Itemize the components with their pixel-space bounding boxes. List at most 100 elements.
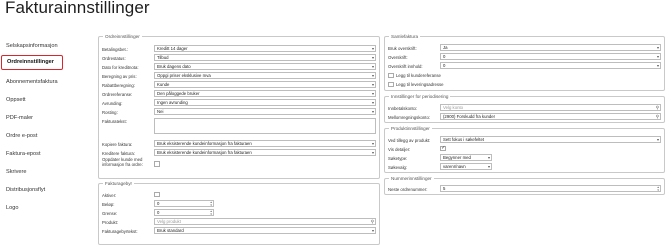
beregning-pris-select[interactable]: Oppgi priser eksklusive mva ▾ [154, 72, 376, 80]
sidebar-item-ordre-epost[interactable]: Ordre e-post [0, 129, 64, 143]
bruk-overskrift-row: Bruk overskrift: Ja ▾ [388, 44, 661, 52]
neste-ordrenummer-input[interactable]: 5 ▴ ▾ [440, 185, 661, 193]
fakturagebyr-legend: Fakturagebyr [105, 181, 133, 186]
produkt-search-input[interactable]: Velg produkt ⚲ [154, 218, 376, 226]
sidebar-item-skrivere[interactable]: Skrivere [0, 165, 64, 179]
fakturatekst-textarea[interactable] [154, 118, 376, 134]
chevron-down-icon: ▾ [371, 46, 374, 51]
kopiere-faktura-row: Kopiere faktura: Bruk eksisterende kunde… [102, 140, 376, 148]
dato-kreditnota-select[interactable]: Bruk dagens dato ▾ [154, 63, 376, 71]
sidebar-item-distribusjonsflyt[interactable]: Distribusjonsflyt [0, 183, 64, 197]
mellomregningskonto-search-input[interactable]: (2900) Forskudd fra kunder ⚲ [440, 113, 661, 121]
search-icon[interactable]: ⚲ [656, 105, 659, 110]
belop-input[interactable]: 0 ▴ ▾ [154, 200, 214, 208]
avrunding-label: Avrunding: [102, 100, 123, 106]
periodisering-legend: Innstillinger for periodisering [391, 94, 449, 99]
ved-tillegg-row: Ved tillegg av produkt: Sett fokus i søk… [388, 136, 661, 144]
rabattberegning-select[interactable]: Kunde ▾ [154, 81, 376, 89]
innbetalskonto-label: Innbetalskonto: [388, 105, 418, 111]
mellomregningskonto-row: Mellomregningskonto: (2900) Forskudd fra… [388, 113, 661, 121]
stepper-icon[interactable]: ▴ ▾ [657, 186, 659, 191]
grense-label: Grense: [102, 210, 118, 216]
leveringsadresse-row: Legg til leveringsadresse [388, 81, 661, 89]
sidebar-item-logo[interactable]: Logo [0, 201, 64, 215]
belop-row: Beløp: 0 ▴ ▾ [102, 200, 376, 208]
ved-tillegg-select[interactable]: Sett fokus i søkefeltet ▾ [440, 136, 661, 144]
ordrestatus-select[interactable]: Tilbud ▾ [154, 54, 376, 62]
kreditere-faktura-row: Kreditere faktura: Bruk eksisterende kun… [102, 149, 376, 157]
sidebar-item-selskapsinformasjon[interactable]: Selskapsinformasjon [0, 39, 64, 53]
beregning-pris-row: Beregning av pris: Oppgi priser eksklusi… [102, 72, 376, 80]
chevron-down-icon: ▾ [371, 91, 374, 96]
kreditere-faktura-label: Kreditere faktura: [102, 150, 135, 156]
produkt-legend: Produktinnstillinger [391, 126, 430, 131]
fakturagebyr-group: Fakturagebyr Aktiver: Beløp: 0 ▴ ▾ Grense… [98, 181, 380, 245]
rosting-select[interactable]: Nei ▾ [154, 108, 376, 116]
sokevalg-row: Søkevalg: varenr/navn ▾ [388, 163, 661, 171]
leveringsadresse-checkbox[interactable] [388, 81, 394, 88]
grense-input[interactable]: 0 ▴ ▾ [154, 209, 214, 217]
aktiver-checkbox[interactable] [154, 191, 160, 198]
sokeetype-row: Søketype: Begynner med ▾ [388, 154, 661, 162]
chevron-down-icon: ▾ [656, 45, 659, 50]
overskrift-select[interactable]: 0 ▾ [440, 53, 661, 61]
search-icon[interactable]: ⚲ [656, 114, 659, 119]
kopiere-faktura-label: Kopiere faktura: [102, 141, 133, 147]
sidebar-item-faktura-epost[interactable]: Faktura-epost [0, 147, 64, 161]
fakturagebyrtekst-select[interactable]: Bruk standard ▾ [154, 227, 376, 235]
rosting-label: Rosting: [102, 109, 118, 115]
sidebar-item-pdf-maler[interactable]: PDF-maler [0, 111, 64, 125]
rabattberegning-row: Rabattberegning: Kunde ▾ [102, 81, 376, 89]
oppdater-kunde-checkbox[interactable] [154, 161, 160, 167]
samlefaktura-legend: Samlefaktura [391, 34, 419, 39]
nummer-group: Nummerinnstillinger Neste ordrenummer: 5… [384, 176, 665, 195]
produkt-label: Produkt: [102, 219, 119, 225]
bruk-overskrift-select[interactable]: Ja ▾ [440, 44, 661, 52]
kundereferanse-label: Legg til kundereferanse [396, 73, 441, 78]
betalingsbet-select[interactable]: Kreditt 14 dager ▾ [154, 45, 376, 53]
avrunding-select[interactable]: Ingen avrunding ▾ [154, 99, 376, 107]
chevron-down-icon: ▾ [656, 137, 659, 142]
stepper-icon[interactable]: ▴ ▾ [210, 201, 212, 206]
ordrestatus-label: Ordrestatus: [102, 55, 126, 61]
chevron-down-icon: ▾ [371, 109, 374, 114]
ordrereferanse-select[interactable]: Den påloggede bruker ▾ [154, 90, 376, 98]
search-icon[interactable]: ⚲ [371, 219, 374, 224]
produkt-row: Produkt: Velg produkt ⚲ [102, 218, 376, 226]
overskrift-label: Overskrift: [388, 54, 408, 60]
beregning-pris-label: Beregning av pris: [102, 73, 137, 79]
innbetalskonto-search-input[interactable]: Velg konto ⚲ [440, 104, 661, 112]
periodisering-group: Innstillinger for periodisering Innbetal… [384, 94, 665, 123]
chevron-down-icon: ▾ [656, 63, 659, 68]
dato-kreditnota-row: Dato for kreditnota: Bruk dagens dato ▾ [102, 63, 376, 71]
ordrereferanse-label: Ordrereferanse: [102, 91, 133, 97]
chevron-down-icon: ▾ [487, 164, 490, 169]
sokeetype-select[interactable]: Begynner med ▾ [440, 154, 492, 162]
chevron-down-icon: ▾ [656, 54, 659, 59]
stepper-icon[interactable]: ▴ ▾ [210, 210, 212, 215]
innbetalskonto-row: Innbetalskonto: Velg konto ⚲ [388, 104, 661, 112]
oppdater-kunde-row: Oppdater kunde med informasjon fra ordre… [102, 157, 376, 170]
kreditere-faktura-select[interactable]: Bruk eksisterende kundeinformasjon fra f… [154, 149, 376, 157]
sokevalg-select[interactable]: varenr/navn ▾ [440, 163, 492, 171]
vis-detaljer-checkbox[interactable]: ✓ [440, 145, 446, 152]
neste-ordrenummer-row: Neste ordrenummer: 5 ▴ ▾ [388, 185, 661, 193]
aktiver-label: Aktiver: [102, 192, 117, 198]
bruk-overskrift-label: Bruk overskrift: [388, 45, 417, 51]
sidebar-item-abonnementsfaktura[interactable]: Abonnementsfaktura [0, 75, 64, 89]
kundereferanse-checkbox[interactable] [388, 72, 394, 79]
produkt-group: Produktinnstillinger Ved tillegg av prod… [384, 126, 665, 173]
chevron-down-icon: ▾ [371, 55, 374, 60]
sidebar-item-oppsett[interactable]: Oppsett [0, 93, 64, 107]
betalingsbet-label: Betalingsbet.: [102, 46, 129, 52]
overskrift-row: Overskrift: 0 ▾ [388, 53, 661, 61]
ordre-settings-legend: Ordreinnstillinger [105, 34, 140, 39]
overskrift-innhold-select[interactable]: 0 ▾ [440, 62, 661, 70]
ordre-settings-group: Ordreinnstillinger Betalingsbet.: Kredit… [98, 34, 380, 179]
chevron-down-icon: ▾ [371, 141, 374, 146]
ved-tillegg-label: Ved tillegg av produkt: [388, 137, 431, 143]
chevron-down-icon: ▾ [371, 150, 374, 155]
kopiere-faktura-select[interactable]: Bruk eksisterende kundeinformasjon fra f… [154, 140, 376, 148]
check-icon: ✓ [441, 145, 446, 152]
sidebar-item-ordreinnstillinger[interactable]: Ordreinnstillinger [1, 55, 63, 70]
